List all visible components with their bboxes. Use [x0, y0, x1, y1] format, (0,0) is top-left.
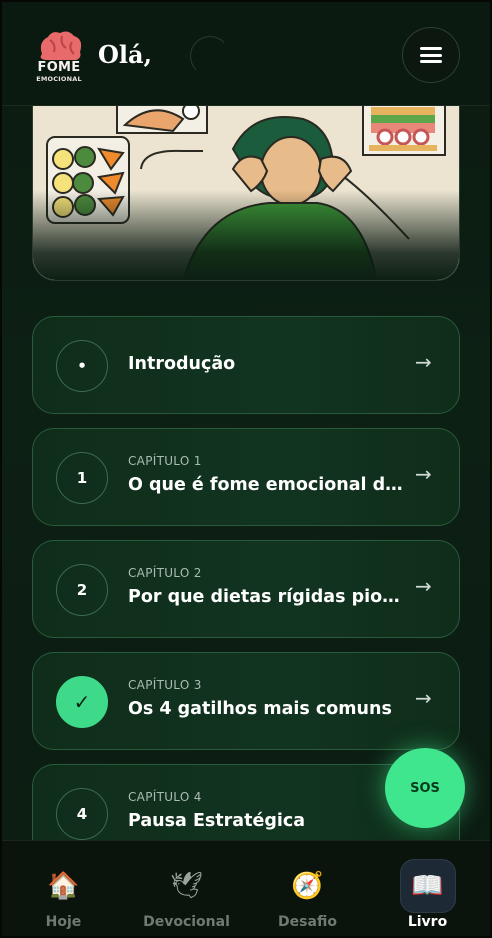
nav-item-hoje[interactable]: 🏠 Hoje: [2, 841, 125, 936]
nav-label: Livro: [407, 914, 448, 930]
nav-label: Devocional: [143, 914, 230, 930]
app-screen: FOME EMOCIONAL Olá, • Introdução → 1 CAP…: [0, 0, 492, 938]
nav-item-devocional[interactable]: 🕊 Devocional: [125, 841, 248, 936]
chapter-marker: •: [56, 340, 108, 392]
arrow-right-icon: →: [415, 350, 432, 374]
arrow-right-icon: →: [415, 686, 432, 710]
chapter-number: 2: [56, 564, 108, 616]
nav-label: Hoje: [45, 914, 82, 930]
greeting-text: Olá,: [98, 40, 152, 69]
compass-icon: 🧭: [291, 871, 324, 901]
chapter-card-3[interactable]: ✓ CAPÍTULO 3 Os 4 gatilhos mais comuns →: [32, 652, 460, 750]
book-icon: 📖: [399, 859, 456, 913]
menu-button[interactable]: [402, 27, 460, 83]
chapter-kicker: CAPÍTULO 2: [128, 566, 202, 580]
chapter-card-2[interactable]: 2 CAPÍTULO 2 Por que dietas rígidas pior…: [32, 540, 460, 638]
hamburger-menu-icon: [420, 47, 442, 63]
chapter-title: Os 4 gatilhos mais comuns: [128, 699, 392, 719]
chapter-kicker: CAPÍTULO 3: [128, 678, 202, 692]
nav-item-desafio[interactable]: 🧭 Desafio: [246, 841, 369, 936]
chapter-kicker: CAPÍTULO 1: [128, 454, 202, 468]
nav-label: Desafio: [278, 914, 337, 930]
chapter-number: 4: [56, 788, 108, 840]
house-icon: 🏠: [47, 871, 80, 901]
chapter-title: Pausa Estratégica: [128, 811, 306, 831]
chapter-card-1[interactable]: 1 CAPÍTULO 1 O que é fome emocional d...…: [32, 428, 460, 526]
chapter-kicker: CAPÍTULO 4: [128, 790, 202, 804]
chapter-title: Por que dietas rígidas pior...: [128, 587, 403, 607]
top-header: FOME EMOCIONAL Olá,: [2, 2, 490, 106]
logo-title: FOME: [37, 60, 81, 75]
sos-button[interactable]: SOS: [385, 748, 465, 828]
hero-illustration: [32, 98, 460, 281]
hero-fade-overlay: [33, 190, 459, 280]
checkmark-icon: ✓: [56, 676, 108, 728]
nav-item-livro[interactable]: 📖 Livro: [366, 841, 489, 936]
chapter-title: O que é fome emocional d...: [128, 475, 403, 495]
chapter-title: Introdução: [128, 354, 236, 374]
logo-subtitle: EMOCIONAL: [36, 75, 82, 83]
chapter-card-intro[interactable]: • Introdução →: [32, 316, 460, 414]
bottom-navigation: 🏠 Hoje 🕊 Devocional 🧭 Desafio 📖 Livro: [2, 840, 490, 936]
chapter-number: 1: [56, 452, 108, 504]
decorative-arc: [190, 36, 230, 76]
arrow-right-icon: →: [415, 462, 432, 486]
arrow-right-icon: →: [415, 574, 432, 598]
dove-icon: 🕊: [169, 871, 203, 901]
